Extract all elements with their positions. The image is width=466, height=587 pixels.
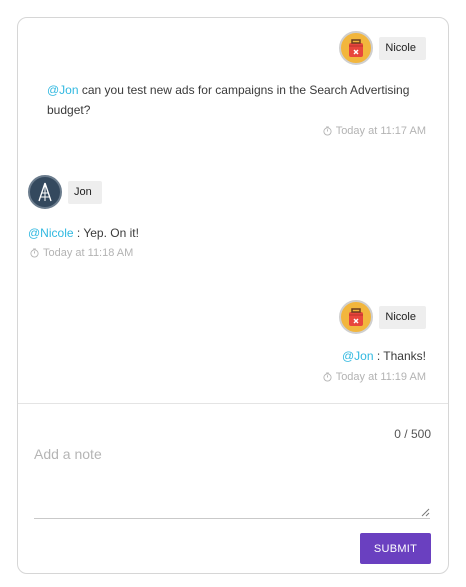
message-text: @Jon can you test new ads for campaigns …: [47, 80, 417, 120]
stopwatch-icon: [323, 372, 332, 382]
notes-panel: Nicole @Jon can you test new ads for cam…: [17, 17, 449, 574]
message-body: : Thanks!: [373, 349, 426, 363]
timestamp-text: Today at 11:17 AM: [335, 125, 426, 137]
suitcase-avatar-icon: [339, 300, 374, 334]
resize-grip-icon[interactable]: [421, 508, 430, 517]
author-name: Nicole: [379, 305, 426, 329]
timestamp-text: Today at 11:19 AM: [335, 371, 426, 383]
message-timestamp: Today at 11:17 AM: [323, 125, 426, 137]
stopwatch-icon: [30, 248, 39, 258]
message-text: @Jon : Thanks!: [342, 346, 426, 366]
message-timestamp: Today at 11:19 AM: [323, 371, 426, 383]
message-body: can you test new ads for campaigns in th…: [47, 83, 410, 117]
author-chip-jon: Jon: [28, 175, 102, 209]
author-chip-nicole: Nicole: [339, 300, 426, 334]
mention-link[interactable]: @Jon: [47, 83, 79, 97]
section-divider: [18, 403, 448, 404]
character-counter: 0 / 500: [394, 427, 431, 441]
textarea-underline: [34, 518, 430, 519]
message-text: @Nicole : Yep. On it!: [28, 223, 139, 243]
stopwatch-icon: [323, 126, 332, 136]
tower-avatar-icon: [28, 175, 62, 209]
suitcase-avatar-icon: [339, 31, 374, 65]
timestamp-text: Today at 11:18 AM: [43, 247, 134, 259]
author-chip-nicole: Nicole: [339, 31, 426, 65]
message-timestamp: Today at 11:18 AM: [30, 247, 133, 259]
message-body: : Yep. On it!: [73, 226, 139, 240]
mention-link[interactable]: @Jon: [342, 349, 374, 363]
add-note-textarea[interactable]: [34, 442, 430, 524]
author-name: Jon: [68, 180, 102, 204]
submit-button[interactable]: SUBMIT: [360, 533, 431, 564]
mention-link[interactable]: @Nicole: [28, 226, 74, 240]
author-name: Nicole: [379, 36, 426, 60]
